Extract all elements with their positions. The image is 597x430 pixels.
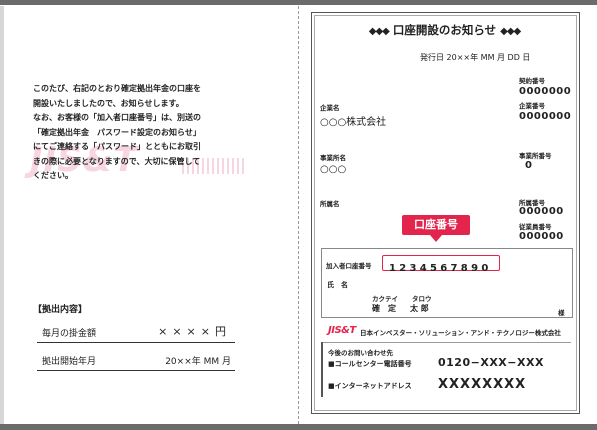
affiliation-label: 所属名: [320, 200, 340, 208]
notice-title: ◆◆◆ 口座開設のお知らせ ◆◆◆: [314, 22, 575, 38]
account-number-box: 1234567890: [382, 255, 500, 274]
callout-pointer: [430, 235, 442, 242]
affiliation-no: 000000: [519, 206, 564, 217]
account-number-callout: 口座番号: [402, 215, 470, 235]
company-footer: 日本インベスター・ソリューション・アンド・テクノロジー株式会社: [360, 329, 561, 337]
company-label: 企業名: [320, 104, 340, 112]
company-no-label: 企業番号: [519, 102, 545, 110]
name-kana-family: カクテイ: [372, 295, 398, 303]
title-diamonds-left: ◆◆◆: [368, 26, 390, 37]
contact-left-bar: [321, 342, 323, 397]
name-kana-given: タロウ: [412, 295, 432, 303]
company-name: ○○○株式会社: [320, 117, 387, 128]
top-bar: [0, 0, 597, 5]
monthly-amount-label: 毎月の掛金額: [42, 329, 97, 339]
name-label: 氏 名: [327, 281, 348, 289]
start-month-value: 20××年 MM 月: [165, 357, 231, 367]
web-address-label: ■インターネットアドレス: [328, 382, 412, 390]
contract-no-label: 契約番号: [519, 77, 545, 85]
intro-line: 「確定拠出年金 パスワード設定のお知らせ」: [33, 127, 201, 137]
name-family: 確 定: [372, 304, 396, 313]
company-no: 0000000: [519, 111, 572, 122]
call-center-number: 0120−XXX−XXX: [438, 356, 544, 369]
intro-line: このたび、右記のとおり確定拠出年金の口座を: [33, 84, 201, 93]
call-center-label: ■コールセンター電話番号: [328, 360, 412, 368]
intro-line: にてご連絡する「パスワード」とともにお取引: [33, 142, 201, 151]
honorific: 様: [558, 309, 565, 317]
fold-line: [298, 6, 299, 424]
jist-logo: JIS&T: [328, 325, 356, 336]
intro-line: きの際に必要となりますので、大切に保管して: [33, 156, 201, 166]
monthly-amount-value: ××××円: [158, 325, 231, 338]
intro-text: このたび、右記のとおり確定拠出年金の口座を 開設いたしましたので、お知らせします…: [33, 82, 265, 184]
issue-date: 発行日 20××年 MM 月 DD 日: [420, 53, 531, 62]
name-given: 太 郎: [410, 304, 429, 313]
office-no: 0: [525, 160, 533, 171]
account-number: 1234567890: [389, 263, 492, 274]
contact-title: 今後のお問い合わせ先: [328, 349, 393, 357]
start-month-label: 拠出開始年月: [42, 357, 97, 367]
intro-line: なお、お客様の「加入者口座番号」は、別送の: [33, 113, 201, 122]
left-page-edge: [0, 6, 4, 424]
contract-no: 0000000: [519, 86, 572, 97]
employee-no-label: 従業員番号: [519, 223, 552, 231]
intro-line: ください。: [33, 171, 73, 180]
office-name: ○○○: [320, 164, 347, 175]
notice-title-text: 口座開設のお知らせ: [392, 23, 497, 37]
employee-no: 000000: [519, 231, 564, 242]
account-no-label: 加入者口座番号: [326, 262, 372, 270]
contribution-section-title: 【拠出内容】: [33, 305, 88, 315]
monthly-amount-row: 毎月の掛金額 ××××円: [37, 322, 235, 343]
office-no-label: 事業所番号: [519, 152, 552, 160]
start-month-row: 拠出開始年月 20××年 MM 月: [37, 350, 235, 371]
intro-line: 開設いたしましたので、お知らせします。: [33, 98, 184, 108]
title-diamonds-right: ◆◆◆: [500, 26, 521, 37]
office-label: 事業所名: [320, 154, 346, 162]
bottom-bar: [0, 424, 597, 430]
contact-divider: [321, 342, 571, 343]
web-address: XXXXXXXX: [438, 377, 527, 392]
